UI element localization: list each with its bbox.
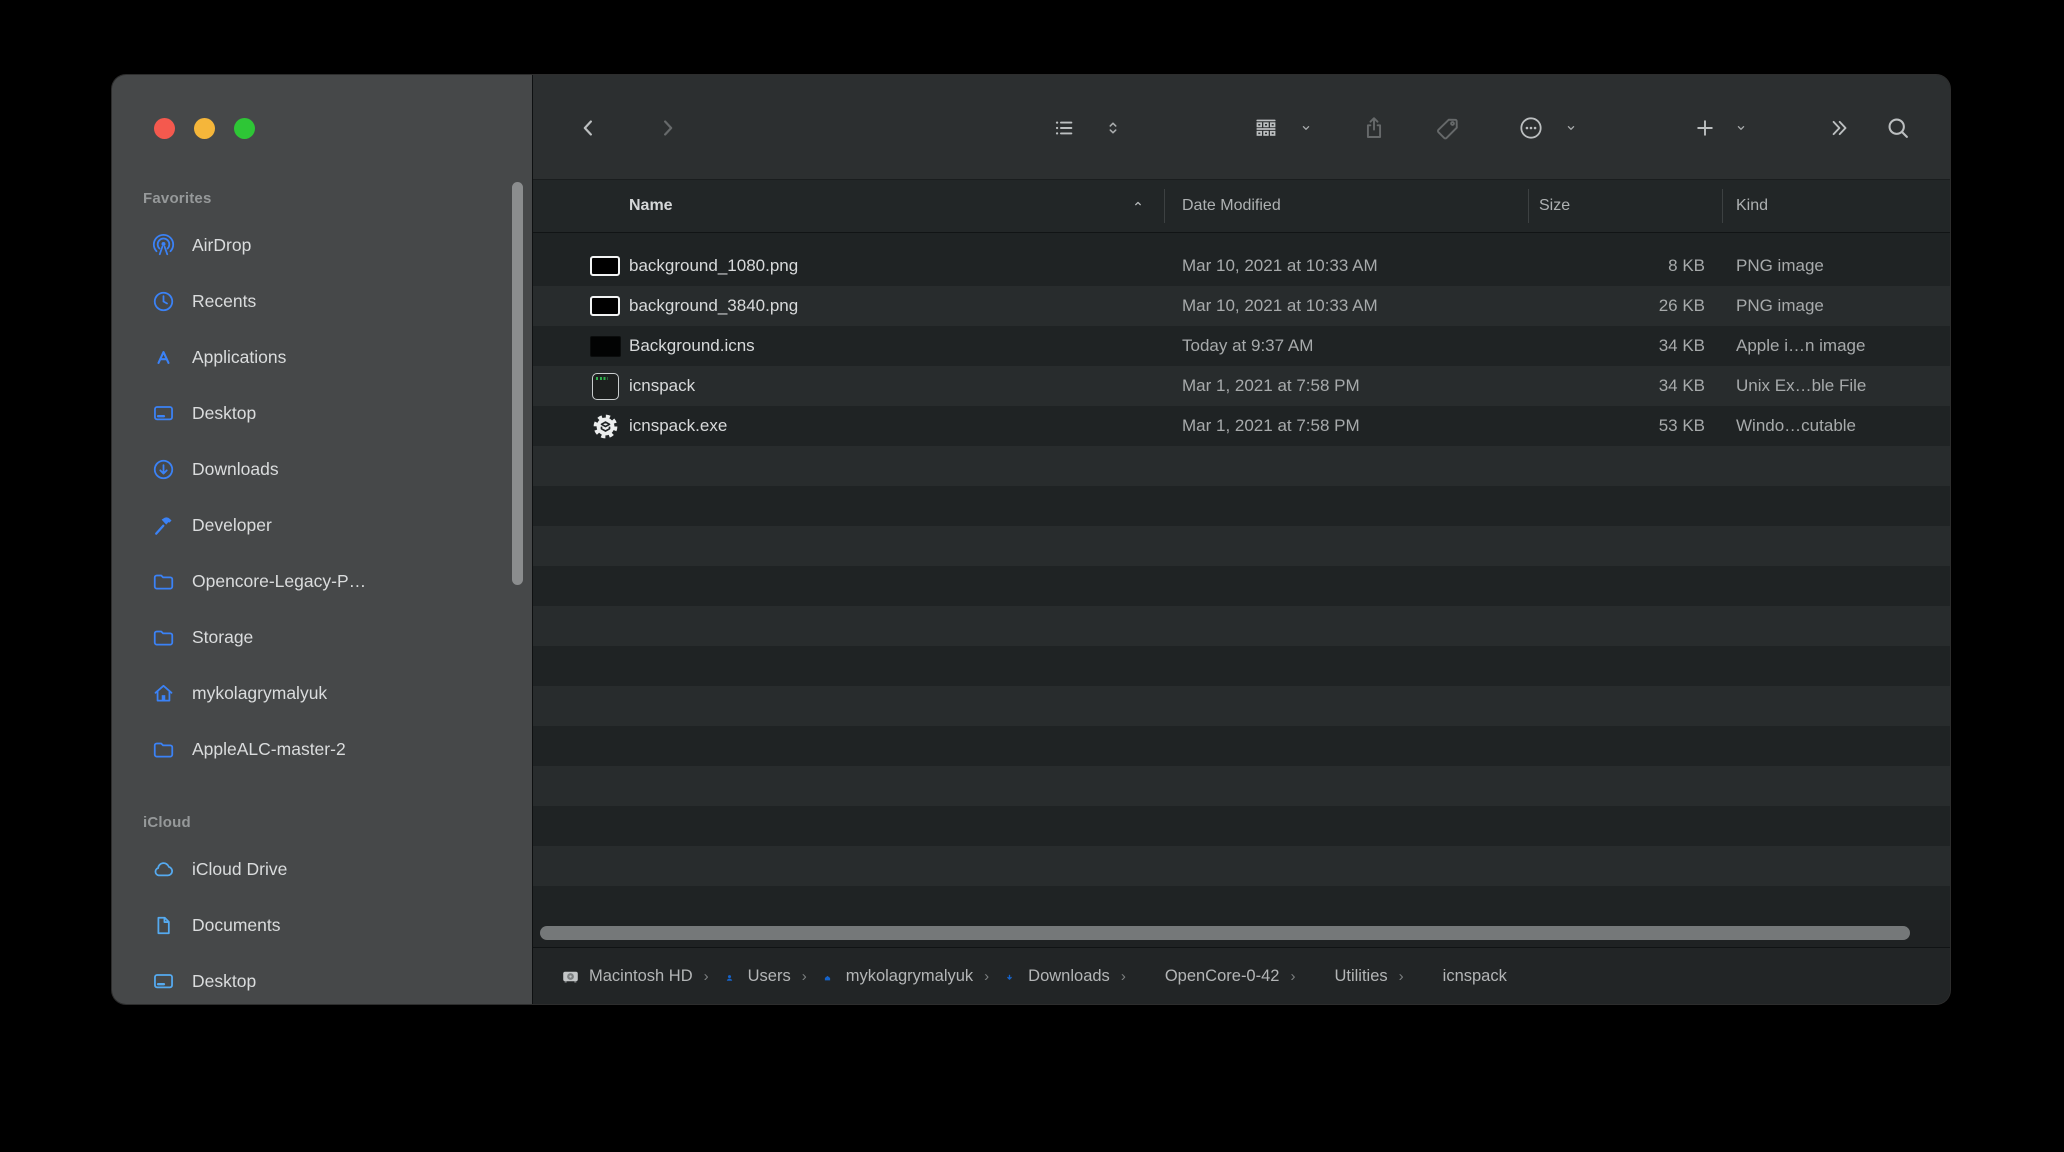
column-divider[interactable] [1722, 189, 1723, 223]
new-item-chevron-icon[interactable] [1734, 121, 1748, 135]
list-top-gap [533, 233, 1950, 246]
file-row[interactable]: icnspack.exe Mar 1, 2021 at 7:58 PM 53 K… [533, 406, 1950, 446]
path-item-user-home[interactable]: mykolagrymalyuk [818, 967, 973, 986]
file-row[interactable]: icnspack Mar 1, 2021 at 7:58 PM 34 KB Un… [533, 366, 1950, 406]
sidebar-item-desktop[interactable]: Desktop [112, 385, 533, 441]
sidebar-scrollbar[interactable] [512, 182, 523, 585]
document-icon [151, 913, 176, 938]
airdrop-icon [151, 233, 176, 258]
sidebar-item-storage[interactable]: Storage [112, 609, 533, 665]
path-item-utilities[interactable]: Utilities [1306, 967, 1387, 986]
search-icon[interactable] [1885, 115, 1911, 141]
sidebar-section-favorites: Favorites [143, 187, 533, 211]
clock-icon [151, 289, 176, 314]
column-divider[interactable] [1164, 189, 1165, 223]
sidebar-item-applealc[interactable]: AppleALC-master-2 [112, 721, 533, 777]
path-separator: › [1289, 968, 1296, 985]
column-header-row: Name Date Modified Size Kind [533, 180, 1950, 233]
new-item-plus-icon[interactable] [1693, 116, 1717, 140]
sidebar-item-downloads[interactable]: Downloads [112, 441, 533, 497]
view-mode-chevrons-icon[interactable] [1104, 119, 1123, 138]
downloads-icon [151, 457, 176, 482]
sidebar-item-opencore-legacy[interactable]: Opencore-Legacy-P… [112, 553, 533, 609]
icns-thumbnail [588, 329, 622, 363]
sidebar-section-icloud: iCloud [143, 811, 533, 835]
path-separator: › [703, 968, 710, 985]
column-divider[interactable] [1528, 189, 1529, 223]
folder-plain-icon [1415, 967, 1434, 986]
folder-plain-icon [1137, 967, 1156, 986]
home-icon [151, 681, 176, 706]
sidebar-item-desktop-icloud[interactable]: Desktop [112, 953, 533, 1004]
sidebar-item-applications[interactable]: Applications [112, 329, 533, 385]
folder-downloads-icon [1000, 967, 1019, 986]
more-actions-icon[interactable] [1518, 115, 1545, 142]
column-header-size[interactable]: Size [1539, 197, 1570, 215]
sort-ascending-icon[interactable] [1130, 196, 1146, 217]
desktop-icon [151, 969, 176, 994]
path-separator: › [983, 968, 990, 985]
path-item-downloads[interactable]: Downloads [1000, 967, 1110, 986]
windows-executable-gear-icon [588, 409, 622, 443]
tag-icon[interactable] [1435, 115, 1462, 142]
folder-icon [151, 625, 176, 650]
toolbar-overflow-icon[interactable] [1827, 116, 1851, 140]
column-header-name[interactable]: Name [629, 197, 673, 215]
png-thumbnail [588, 289, 622, 323]
path-separator: › [1120, 968, 1127, 985]
main-content: Name Date Modified Size Kind background_… [533, 75, 1950, 1004]
folder-icon [151, 569, 176, 594]
path-separator: › [801, 968, 808, 985]
cloud-icon [151, 857, 176, 882]
path-item-users[interactable]: Users [720, 967, 791, 986]
appstore-icon [151, 345, 176, 370]
path-item-icnspack[interactable]: icnspack [1415, 967, 1507, 986]
path-separator: › [1398, 968, 1405, 985]
sidebar-item-airdrop[interactable]: AirDrop [112, 217, 533, 273]
horizontal-scrollbar-track[interactable] [533, 920, 1950, 947]
sidebar-item-home[interactable]: mykolagrymalyuk [112, 665, 533, 721]
group-by-chevron-icon[interactable] [1299, 121, 1313, 135]
path-item-macintosh-hd[interactable]: Macintosh HD [561, 967, 693, 986]
path-bar: Macintosh HD › Users › mykolagrymalyuk ›… [533, 947, 1950, 1004]
toolbar [533, 75, 1950, 180]
more-actions-chevron-icon[interactable] [1564, 121, 1578, 135]
sidebar-item-icloud-drive[interactable]: iCloud Drive [112, 841, 533, 897]
share-icon[interactable] [1361, 115, 1388, 142]
harddrive-icon [561, 967, 580, 986]
sidebar: Favorites AirDrop Recents Applications D… [112, 75, 533, 1004]
folder-home-icon [818, 967, 837, 986]
file-row[interactable]: background_1080.png Mar 10, 2021 at 10:3… [533, 246, 1950, 286]
column-header-date[interactable]: Date Modified [1182, 197, 1281, 215]
file-list: background_1080.png Mar 10, 2021 at 10:3… [533, 246, 1950, 920]
back-button[interactable] [577, 116, 602, 141]
sidebar-item-documents[interactable]: Documents [112, 897, 533, 953]
finder-window: Favorites AirDrop Recents Applications D… [112, 75, 1950, 1004]
sidebar-item-recents[interactable]: Recents [112, 273, 533, 329]
path-item-opencore[interactable]: OpenCore-0-42 [1137, 967, 1280, 986]
sidebar-divider [532, 75, 533, 1004]
file-row[interactable]: Background.icns Today at 9:37 AM 34 KB A… [533, 326, 1950, 366]
unix-executable-icon [588, 369, 622, 403]
horizontal-scrollbar-thumb[interactable] [540, 926, 1910, 940]
list-view-icon[interactable] [1051, 115, 1077, 141]
sidebar-item-developer[interactable]: Developer [112, 497, 533, 553]
png-thumbnail [588, 249, 622, 283]
folder-users-icon [720, 967, 739, 986]
column-header-kind[interactable]: Kind [1736, 197, 1768, 215]
folder-icon [151, 737, 176, 762]
folder-plain-icon [1306, 967, 1325, 986]
file-row[interactable]: background_3840.png Mar 10, 2021 at 10:3… [533, 286, 1950, 326]
forward-button[interactable] [655, 116, 680, 141]
hammer-icon [151, 513, 176, 538]
group-by-icon[interactable] [1253, 115, 1280, 142]
desktop-icon [151, 401, 176, 426]
